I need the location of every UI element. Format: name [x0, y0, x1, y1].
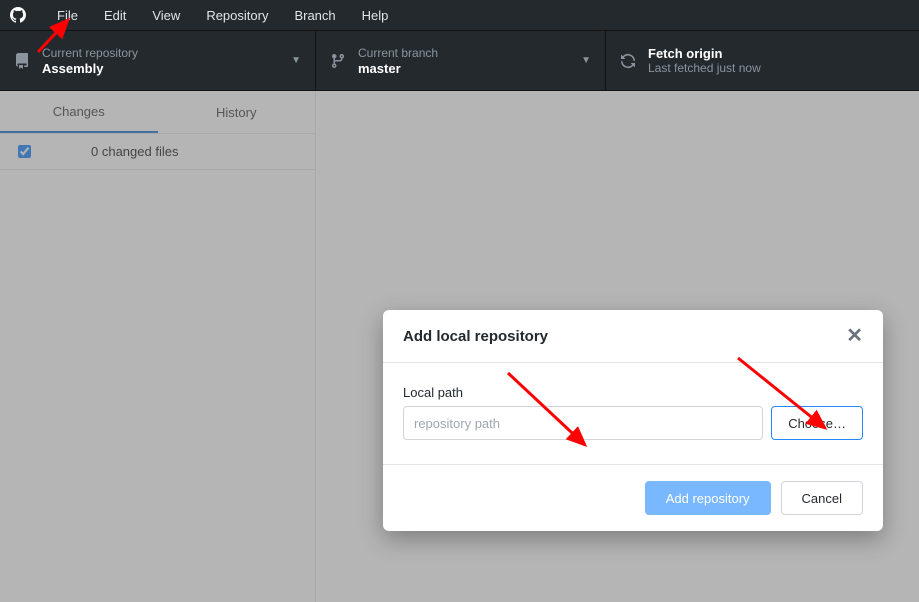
current-branch-dropdown[interactable]: Current branch master ▼ — [316, 31, 606, 90]
modal-footer: Add repository Cancel — [383, 465, 883, 531]
menu-help[interactable]: Help — [349, 0, 402, 30]
github-logo-icon — [10, 7, 26, 23]
repo-icon — [14, 53, 30, 69]
add-repository-button[interactable]: Add repository — [645, 481, 771, 515]
close-icon[interactable]: ✕ — [846, 326, 863, 346]
sync-icon — [620, 53, 636, 69]
menu-edit[interactable]: Edit — [91, 0, 139, 30]
branch-icon — [330, 53, 346, 69]
repo-value: Assembly — [42, 61, 285, 76]
menubar: File Edit View Repository Branch Help — [0, 0, 919, 31]
local-path-label: Local path — [403, 385, 863, 400]
current-repository-dropdown[interactable]: Current repository Assembly ▼ — [0, 31, 316, 90]
fetch-sublabel: Last fetched just now — [648, 61, 905, 75]
modal-body: Local path Choose… — [383, 363, 883, 465]
branch-value: master — [358, 61, 575, 76]
local-path-input[interactable] — [403, 406, 763, 440]
choose-button[interactable]: Choose… — [771, 406, 863, 440]
menu-repository[interactable]: Repository — [193, 0, 281, 30]
toolbar: Current repository Assembly ▼ Current br… — [0, 31, 919, 91]
menu-file[interactable]: File — [44, 0, 91, 30]
modal-header: Add local repository ✕ — [383, 310, 883, 363]
menu-branch[interactable]: Branch — [281, 0, 348, 30]
cancel-button[interactable]: Cancel — [781, 481, 863, 515]
modal-title: Add local repository — [403, 328, 548, 345]
chevron-down-icon: ▼ — [291, 55, 301, 66]
chevron-down-icon: ▼ — [581, 55, 591, 66]
fetch-origin-button[interactable]: Fetch origin Last fetched just now — [606, 31, 919, 90]
repo-label: Current repository — [42, 46, 285, 60]
branch-label: Current branch — [358, 46, 575, 60]
add-local-repo-modal: Add local repository ✕ Local path Choose… — [383, 310, 883, 531]
menu-view[interactable]: View — [139, 0, 193, 30]
fetch-label: Fetch origin — [648, 46, 905, 61]
